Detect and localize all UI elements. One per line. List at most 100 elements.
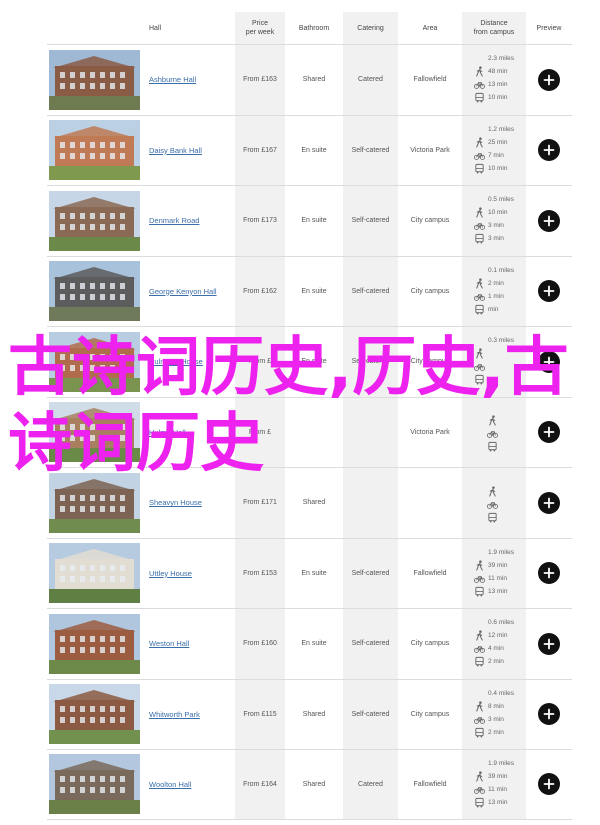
walk-time: 8 min (474, 700, 504, 713)
hall-image-cell[interactable] (47, 609, 142, 679)
walk-time: 10 min (474, 206, 508, 219)
preview-button[interactable] (538, 562, 560, 585)
bike-time: 13 min (474, 78, 508, 91)
bike-time-value: 3 min (487, 222, 504, 230)
hall-catering: Self-catered (343, 538, 398, 608)
header-bathroom[interactable]: Bathroom (285, 12, 343, 44)
bus-icon (475, 234, 484, 244)
distance-miles: 2.3 miles (487, 55, 514, 63)
hall-image-cell[interactable] (47, 680, 142, 750)
hall-photo (49, 684, 140, 745)
hall-price: From £160 (235, 609, 285, 679)
hall-name-link[interactable]: Sheavyn House (149, 498, 202, 507)
hall-name-link[interactable]: Ashburne Hall (149, 75, 196, 84)
hall-bathroom: Shared (302, 710, 326, 718)
walk-icon (476, 560, 483, 571)
hall-name-link[interactable]: Woolton Hall (149, 780, 191, 789)
header-price[interactable]: Price per week (235, 12, 285, 44)
walk-icon (476, 278, 483, 289)
walk-time-value: 48 min (487, 68, 508, 76)
hall-price: From £173 (235, 186, 285, 256)
bicycle-icon (474, 787, 485, 794)
preview-button[interactable] (538, 280, 560, 303)
hall-image-cell[interactable] (47, 186, 142, 256)
hall-area: Fallowfield (413, 569, 447, 577)
hall-bathroom: Shared (302, 76, 326, 84)
header-catering[interactable]: Catering (343, 12, 398, 44)
hall-catering: Self-catered (343, 679, 398, 749)
preview-button[interactable] (538, 632, 560, 655)
hall-price: From £162 (235, 256, 285, 326)
bicycle-icon (474, 646, 485, 654)
plus-icon (543, 708, 555, 720)
hall-bathroom: En suite (301, 287, 327, 295)
hall-name-cell: Uttley House (142, 539, 235, 609)
walk-time-value: 8 min (487, 702, 504, 710)
bus-time: min (474, 303, 498, 316)
hall-name-link[interactable]: George Kenyon Hall (149, 287, 217, 296)
hall-image-cell[interactable] (47, 45, 142, 115)
preview-cell (526, 186, 572, 256)
hall-photo (49, 261, 140, 322)
bus-time-value: 10 min (487, 164, 508, 172)
hall-catering: Self-catered (343, 609, 398, 679)
hall-price: From £153 (235, 538, 285, 608)
preview-cell (526, 609, 572, 679)
distance-miles: 1.2 miles (487, 125, 514, 133)
hall-image-cell[interactable] (47, 539, 142, 609)
hall-price: From £115 (235, 679, 285, 749)
table-row: Weston Hall From £160 En suite Self-cate… (47, 608, 572, 679)
walk-time: 39 min (474, 559, 508, 572)
bus-time-value: 10 min (487, 94, 508, 102)
header-area[interactable]: Area (398, 12, 462, 44)
hall-catering: Self-catered (343, 115, 398, 185)
bus-time-value: min (487, 305, 499, 313)
preview-button[interactable] (538, 139, 560, 162)
header-hall[interactable]: Hall (142, 12, 235, 44)
bus-icon (475, 727, 484, 738)
hall-name-link[interactable]: Denmark Road (149, 216, 199, 225)
walk-icon (476, 207, 483, 218)
bus-icon (475, 163, 484, 174)
hall-image-cell[interactable] (47, 116, 142, 186)
distance-miles: 0.6 miles (487, 619, 514, 627)
hall-area: Victoria Park (410, 146, 450, 154)
preview-button[interactable] (538, 703, 560, 726)
preview-button[interactable] (538, 773, 560, 796)
plus-icon (543, 285, 555, 297)
hall-name-link[interactable]: Whitworth Park (149, 710, 200, 719)
hall-area: City campus (410, 640, 450, 648)
preview-button[interactable] (538, 68, 560, 91)
hall-name-link[interactable]: Daisy Bank Hall (149, 146, 202, 155)
hall-photo (49, 543, 140, 604)
hall-distance-cell: 0.1 miles 2 min 1 min min (462, 256, 526, 326)
header-distance[interactable]: Distance from campus (462, 12, 526, 44)
bike-time: 11 min (474, 783, 507, 796)
hall-image-cell[interactable] (47, 750, 142, 819)
bike-time-value: 11 min (487, 785, 508, 793)
preview-button[interactable] (538, 491, 560, 514)
walk-icon (489, 486, 496, 497)
bike-time: 3 min (474, 713, 504, 726)
preview-button[interactable] (538, 209, 560, 232)
bike-time: 4 min (474, 642, 504, 655)
preview-cell (526, 680, 572, 750)
distance-miles: 1.9 miles (487, 548, 514, 556)
bus-time: 2 min (474, 726, 504, 739)
hall-area: City campus (410, 287, 450, 295)
bus-icon (475, 586, 484, 597)
hall-distance-cell: 0.5 miles 10 min 3 min 3 min (462, 186, 526, 256)
hall-name-link[interactable]: Uttley House (149, 569, 192, 578)
bike-time-value: 1 min (487, 292, 504, 300)
hall-photo (49, 190, 140, 251)
hall-catering: Catered (343, 750, 398, 819)
hall-image-cell[interactable] (47, 257, 142, 327)
preview-cell (526, 750, 572, 819)
bus-time-value: 2 min (487, 728, 504, 736)
hall-bathroom: En suite (301, 217, 327, 225)
hall-name-link[interactable]: Weston Hall (149, 639, 189, 648)
bicycle-icon (474, 576, 485, 583)
hall-distance-cell: 2.3 miles 48 min 13 min 10 min (462, 45, 526, 115)
walk-icon (476, 771, 483, 782)
walk-time: 12 min (474, 629, 508, 642)
